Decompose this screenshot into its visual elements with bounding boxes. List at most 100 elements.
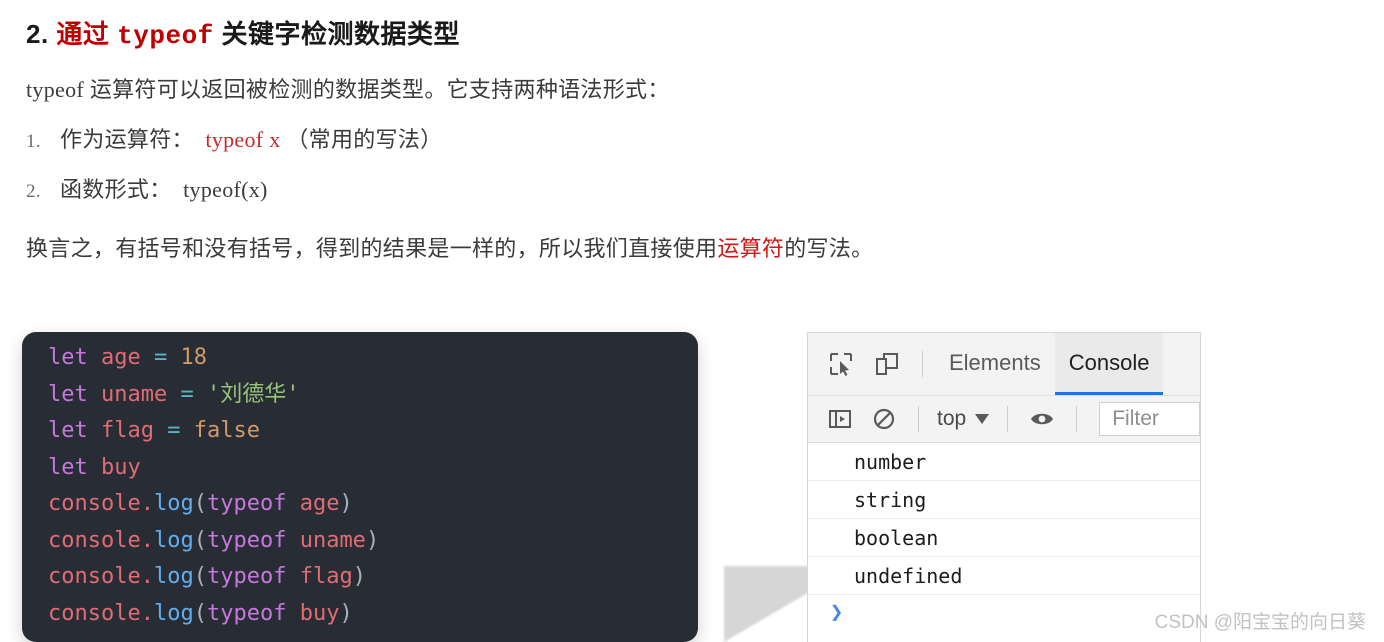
list-item: 2. 函数形式： typeof(x) xyxy=(0,154,1384,204)
code-token: log xyxy=(153,527,194,553)
code-token: console xyxy=(48,564,141,589)
list-item-code: typeof x xyxy=(205,127,281,152)
code-token: '刘德华' xyxy=(206,381,300,407)
code-token: flag xyxy=(101,418,154,443)
chevron-down-icon xyxy=(975,414,990,424)
code-line: console.log(typeof age) xyxy=(48,486,698,523)
code-block: let age = 18 let uname = '刘德华' let flag = … xyxy=(22,332,698,642)
heading-number: 2. xyxy=(26,19,49,49)
toolbar-divider xyxy=(922,351,923,377)
code-token: flag xyxy=(299,564,353,589)
syntax-form-list: 1. 作为运算符： typeof x （常用的写法） 2. 函数形式： typeof… xyxy=(0,104,1384,204)
code-token: age xyxy=(299,491,340,516)
code-line: let buy xyxy=(48,450,698,487)
page-title: 2. 通过 typeof 关键字检测数据类型 xyxy=(0,0,1384,51)
devtools-tabbar: Elements Console xyxy=(808,333,1200,396)
list-item-marker: 1. xyxy=(26,131,41,152)
code-token: . xyxy=(140,600,154,626)
code-token: let xyxy=(48,381,88,407)
toolbar-divider xyxy=(1076,406,1078,432)
heading-keyword: typeof xyxy=(117,21,214,51)
console-output-row: undefined xyxy=(808,557,1200,595)
code-token: console xyxy=(48,491,141,516)
code-token: console xyxy=(48,600,141,626)
code-token: console xyxy=(48,527,141,553)
code-token: buy xyxy=(299,600,340,626)
console-prompt[interactable]: ❯ xyxy=(808,595,1200,633)
toolbar-divider xyxy=(918,406,919,432)
code-token: false xyxy=(193,418,260,443)
console-output-row: boolean xyxy=(808,519,1200,557)
code-token: ) xyxy=(339,491,353,516)
code-line: console.log(typeof flag) xyxy=(48,559,698,596)
code-line: console.log(typeof uname) xyxy=(48,523,698,560)
code-line: let flag = false xyxy=(48,413,698,450)
code-token: typeof xyxy=(206,564,287,589)
console-sidebar-icon[interactable] xyxy=(818,399,862,439)
code-token: typeof xyxy=(206,527,287,553)
code-token: age xyxy=(101,345,141,370)
list-item-label: 函数形式： xyxy=(60,177,172,202)
code-token: typeof xyxy=(206,491,287,516)
toolbar-divider xyxy=(1007,406,1009,432)
list-item-code: typeof(x) xyxy=(183,177,268,202)
code-token: log xyxy=(153,564,194,589)
code-token: = xyxy=(167,418,181,443)
code-token: log xyxy=(153,491,194,516)
heading-rest: 关键字检测数据类型 xyxy=(221,19,461,49)
code-line: let age = 18 xyxy=(48,340,698,377)
code-line: let uname = '刘德华' xyxy=(48,377,698,414)
article-content: 2. 通过 typeof 关键字检测数据类型 typeof 运算符可以返回被检测… xyxy=(0,0,1384,263)
code-token: 18 xyxy=(180,345,208,370)
code-token: let xyxy=(48,454,88,480)
execution-context-selector[interactable]: top xyxy=(931,407,995,431)
code-token: = xyxy=(180,381,194,407)
list-item-label: 作为运算符： xyxy=(60,127,194,152)
console-output-row: string xyxy=(808,481,1200,519)
tab-console[interactable]: Console xyxy=(1054,333,1164,395)
code-token: ( xyxy=(193,600,207,626)
code-token: . xyxy=(140,564,154,589)
console-output-row: number xyxy=(808,443,1200,481)
tab-elements[interactable]: Elements xyxy=(935,333,1055,395)
code-token: ( xyxy=(193,564,207,589)
code-token: buy xyxy=(101,454,141,480)
heading-red-prefix: 通过 xyxy=(56,19,110,49)
inspect-element-icon[interactable] xyxy=(818,342,864,386)
conclusion-highlight: 运算符 xyxy=(717,236,785,261)
csdn-watermark: CSDN @阳宝宝的向日葵 xyxy=(1154,612,1366,633)
intro-paragraph: typeof 运算符可以返回被检测的数据类型。它支持两种语法形式： xyxy=(0,51,1384,104)
conclusion-after: 的写法。 xyxy=(784,236,874,261)
console-output-list: number string boolean undefined ❯ xyxy=(808,443,1200,641)
code-token: ( xyxy=(193,527,207,553)
list-item-marker: 2. xyxy=(26,181,41,202)
code-token: . xyxy=(140,491,154,516)
live-expression-eye-icon[interactable] xyxy=(1020,399,1064,439)
code-token: = xyxy=(154,345,168,370)
device-toolbar-icon[interactable] xyxy=(864,342,910,386)
filter-placeholder: Filter xyxy=(1112,407,1159,430)
code-token: uname xyxy=(101,381,168,407)
conclusion-before: 换言之，有括号和没有括号，得到的结果是一样的，所以我们直接使用 xyxy=(26,236,718,261)
filter-input[interactable]: Filter xyxy=(1099,402,1200,436)
clear-console-icon[interactable] xyxy=(862,399,906,439)
devtools-panel: Elements Console top Filter number strin… xyxy=(807,332,1201,642)
conclusion-paragraph: 换言之，有括号和没有括号，得到的结果是一样的，所以我们直接使用运算符的写法。 xyxy=(0,204,1384,263)
code-token: ) xyxy=(352,564,366,589)
code-token: ( xyxy=(193,491,207,516)
code-token: . xyxy=(140,527,154,553)
code-token: uname xyxy=(299,527,366,553)
